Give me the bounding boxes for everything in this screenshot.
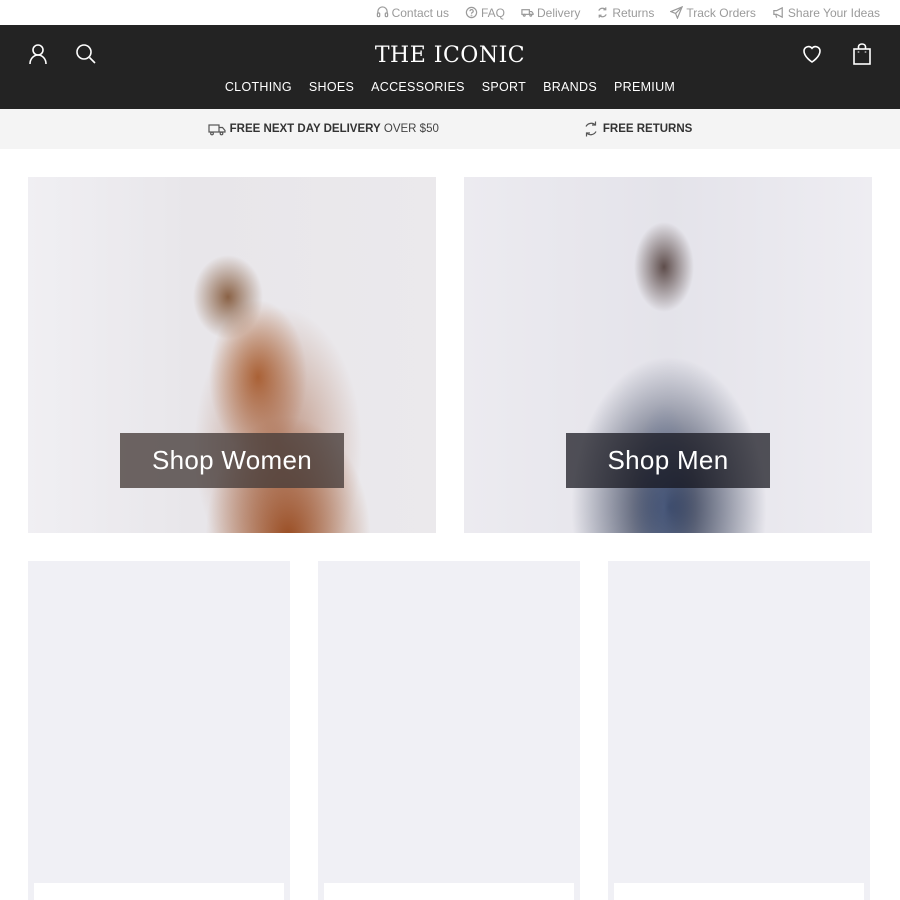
truck-icon (521, 9, 534, 17)
product-tile-placeholder[interactable] (318, 561, 580, 900)
nav-brands[interactable]: BRANDS (543, 80, 597, 94)
question-icon (465, 6, 478, 19)
returns-label: Returns (612, 5, 655, 20)
contact-us-link[interactable]: Contact us (376, 6, 449, 20)
cart-button[interactable] (850, 42, 874, 66)
promo-bar: FREE NEXT DAY DELIVERY OVER $50 FREE RET… (0, 109, 900, 149)
nav-shoes[interactable]: SHOES (309, 80, 354, 94)
headset-icon (376, 6, 388, 18)
tile-caption-placeholder (324, 883, 574, 900)
share-ideas-link[interactable]: Share Your Ideas (772, 6, 880, 20)
nav-clothing[interactable]: CLOTHING (225, 80, 292, 94)
tile-caption-placeholder (34, 883, 284, 900)
main-nav: CLOTHING SHOES ACCESSORIES SPORT BRANDS … (0, 80, 900, 94)
nav-accessories[interactable]: ACCESSORIES (371, 80, 465, 94)
returns-link[interactable]: Returns (596, 6, 654, 20)
free-returns-label: FREE RETURNS (602, 123, 693, 135)
shop-women-button[interactable]: Shop Women (120, 433, 344, 488)
hero-banners: Shop Women Shop Men (28, 177, 872, 533)
free-delivery-threshold: OVER $50 (383, 123, 439, 135)
shopping-bag-icon (853, 43, 871, 65)
free-delivery-promo[interactable]: FREE NEXT DAY DELIVERY OVER $50 (208, 123, 439, 136)
delivery-link[interactable]: Delivery (521, 6, 580, 20)
faq-label: FAQ (480, 5, 505, 20)
megaphone-icon (773, 6, 783, 19)
utility-bar: Contact us FAQ Delivery Returns Track Or… (0, 0, 900, 25)
nav-sport[interactable]: SPORT (482, 80, 526, 94)
returns-arrows-icon (585, 121, 597, 137)
delivery-truck-icon (208, 123, 226, 135)
product-tiles (28, 561, 872, 900)
wishlist-heart-icon (803, 45, 821, 63)
track-orders-link[interactable]: Track Orders (670, 6, 756, 20)
nav-premium[interactable]: PREMIUM (614, 80, 675, 94)
share-ideas-label: Share Your Ideas (787, 5, 880, 20)
delivery-label: Delivery (536, 5, 581, 20)
returns-icon (598, 7, 608, 18)
track-orders-label: Track Orders (686, 5, 756, 20)
free-returns-promo[interactable]: FREE RETURNS (583, 120, 692, 138)
wishlist-button[interactable] (800, 42, 824, 66)
site-logo[interactable]: THE ICONIC (0, 43, 900, 68)
free-delivery-label: FREE NEXT DAY DELIVERY (229, 123, 381, 135)
men-hero-banner[interactable]: Shop Men (464, 177, 872, 533)
send-icon (670, 6, 684, 19)
product-tile-placeholder[interactable] (28, 561, 290, 900)
site-header: THE ICONIC CLOTHING SHOES ACCESSORIES SP… (0, 25, 900, 109)
women-hero-banner[interactable]: Shop Women (28, 177, 436, 533)
contact-us-label: Contact us (391, 5, 449, 20)
tile-caption-placeholder (614, 883, 864, 900)
faq-link[interactable]: FAQ (465, 6, 505, 20)
product-tile-placeholder[interactable] (608, 561, 870, 900)
shop-men-button[interactable]: Shop Men (566, 433, 770, 488)
